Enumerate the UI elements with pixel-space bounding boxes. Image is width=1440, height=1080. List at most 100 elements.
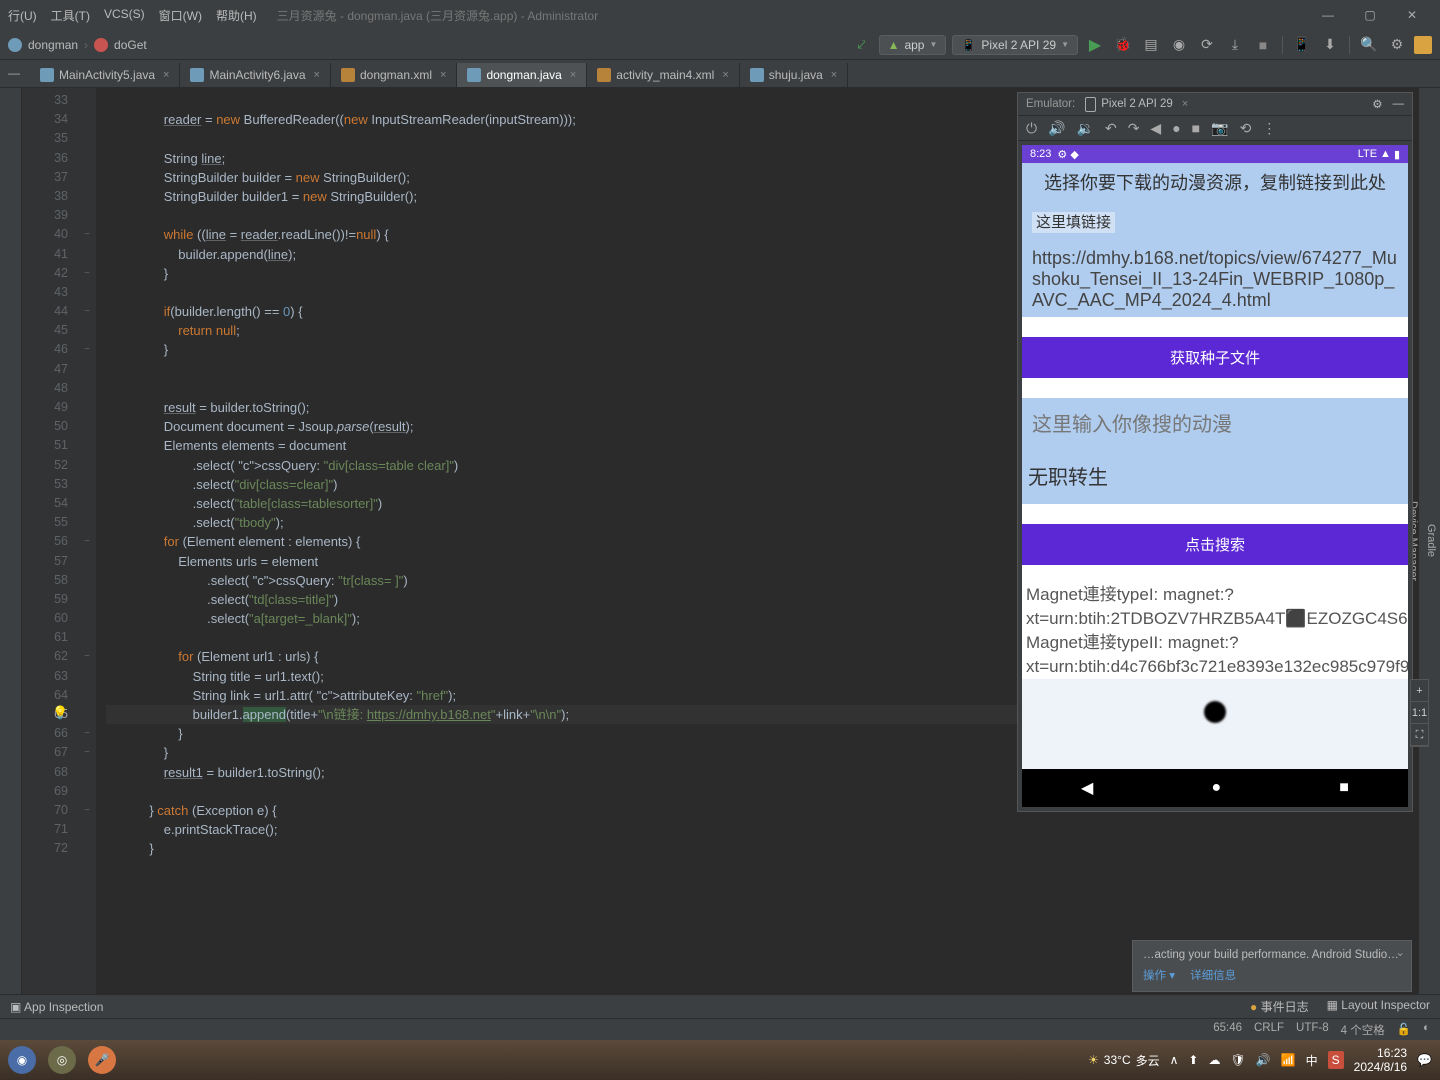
home-icon[interactable]: ● — [1172, 120, 1180, 136]
sdk-manager-button[interactable]: ⬇ — [1319, 34, 1341, 56]
indent-setting[interactable]: 4 个空格 — [1341, 1022, 1385, 1038]
get-torrent-button[interactable]: 获取种子文件 — [1022, 337, 1408, 378]
power-icon[interactable]: ⏻ — [1026, 120, 1037, 137]
close-icon[interactable]: × — [570, 69, 576, 81]
attach-debugger-button[interactable]: ⤓ — [1224, 34, 1246, 56]
menu-window[interactable]: 窗口(W) — [159, 7, 202, 24]
zoom-fit-icon[interactable]: ⛶ — [1411, 724, 1428, 746]
emulator-hide-icon[interactable]: — — [1393, 98, 1405, 110]
emulator-settings-icon[interactable]: ⚙ — [1372, 97, 1382, 111]
tab-dongman-xml[interactable]: dongman.xml× — [331, 63, 457, 87]
nav-recent-icon[interactable]: ■ — [1339, 779, 1349, 797]
zoom-in-icon[interactable]: + — [1411, 680, 1428, 702]
close-icon[interactable]: × — [163, 69, 169, 81]
weather-widget[interactable]: ☀ 33°C 多云 — [1088, 1052, 1160, 1069]
tab-dongman-java[interactable]: dongman.java× — [457, 63, 587, 87]
notif-action-link[interactable]: 操作 ▾ — [1143, 970, 1175, 982]
device-selector[interactable]: 📱 Pixel 2 API 29 ▼ — [952, 35, 1078, 55]
run-button[interactable]: ▶ — [1084, 34, 1106, 56]
screenshot-icon[interactable]: 📷 — [1211, 120, 1228, 137]
menu-help[interactable]: 帮助(H) — [216, 7, 257, 24]
java-icon — [467, 68, 481, 82]
nav-back-icon[interactable]: ◀ — [1081, 778, 1093, 798]
rotate-left-icon[interactable]: ↶ — [1105, 120, 1117, 137]
status-time: 8:23 — [1030, 148, 1051, 160]
avd-manager-button[interactable]: 📱 — [1291, 34, 1313, 56]
apply-changes-button[interactable]: ⟳ — [1196, 34, 1218, 56]
tray-notification-icon[interactable]: 💬 — [1417, 1053, 1432, 1067]
tray-volume-icon[interactable]: 🔊 — [1256, 1053, 1271, 1067]
zoom-11-icon[interactable]: 1:1 — [1411, 702, 1428, 724]
left-tool-strip[interactable] — [0, 88, 22, 994]
close-icon[interactable]: × — [440, 69, 446, 81]
settings-button[interactable]: ⚙ — [1386, 34, 1408, 56]
notif-details-link[interactable]: 详细信息 — [1190, 970, 1236, 982]
search-input[interactable]: 无职转生 — [1022, 447, 1408, 504]
tool-gradle[interactable]: Gradle — [1422, 88, 1440, 994]
chevron-down-icon[interactable]: ⌄ — [1395, 945, 1405, 959]
start-button[interactable]: ◉ — [8, 1046, 36, 1074]
nav-home-icon[interactable]: ● — [1211, 779, 1221, 797]
profile-button[interactable]: ◉ — [1168, 34, 1190, 56]
debug-button[interactable]: 🐞 — [1112, 34, 1134, 56]
breadcrumb-method[interactable]: doGet — [114, 38, 147, 52]
taskbar-clock[interactable]: 16:23 2024/8/16 — [1354, 1046, 1407, 1074]
minimize-button[interactable]: — — [1308, 4, 1348, 26]
tray-security-icon[interactable]: 🛡 — [1230, 1053, 1245, 1067]
menu-vcs[interactable]: VCS(S) — [104, 7, 145, 24]
tray-chevron-icon[interactable]: ∧ — [1170, 1053, 1179, 1067]
tray-usb-icon[interactable]: ⬆ — [1188, 1053, 1198, 1067]
coverage-button[interactable]: ▤ — [1140, 34, 1162, 56]
volume-up-icon[interactable]: 🔊 — [1048, 120, 1065, 137]
tray-ime-icon[interactable]: 中 — [1306, 1052, 1318, 1069]
emulator-screen[interactable]: 8:23 ⚙ ◆ LTE▲▮ 选择你要下载的动漫资源，复制链接到此处 这里填链接… — [1022, 145, 1408, 807]
tray-network-icon[interactable]: 📶 — [1281, 1053, 1296, 1067]
run-config-selector[interactable]: ▲ app ▼ — [879, 35, 947, 55]
collapse-icon[interactable]: — — [8, 66, 20, 80]
taskview-icon[interactable]: ◎ — [48, 1046, 76, 1074]
tab-mainactivity6[interactable]: MainActivity6.java× — [180, 63, 330, 87]
build-icon[interactable]: ⤦ — [851, 34, 873, 56]
close-icon[interactable]: × — [722, 69, 728, 81]
emulator-titlebar: Emulator: Pixel 2 API 29× ⚙ — — [1018, 93, 1412, 115]
account-button[interactable] — [1414, 36, 1432, 54]
line-gutter[interactable]: 3334353637383940414243444546474849505152… — [22, 88, 78, 994]
main-menu[interactable]: 行(U) 工具(T) VCS(S) 窗口(W) 帮助(H) — [8, 7, 257, 24]
close-button[interactable]: ✕ — [1392, 4, 1432, 26]
back-icon[interactable]: ◀ — [1150, 120, 1161, 137]
close-icon[interactable]: × — [831, 69, 837, 81]
url-display[interactable]: https://dmhy.b168.net/topics/view/674277… — [1022, 242, 1408, 317]
rotate-right-icon[interactable]: ↷ — [1128, 120, 1140, 137]
breadcrumb[interactable]: dongman › doGet — [8, 38, 147, 52]
mic-icon[interactable]: 🎤 — [88, 1046, 116, 1074]
caret-position[interactable]: 65:46 — [1213, 1022, 1242, 1038]
overview-icon[interactable]: ■ — [1192, 120, 1200, 136]
tool-event-log[interactable]: ● 事件日志 — [1250, 998, 1309, 1015]
stop-button[interactable]: ■ — [1252, 34, 1274, 56]
tray-sogou-icon[interactable]: S — [1328, 1051, 1344, 1069]
tab-activity-main4[interactable]: activity_main4.xml× — [587, 63, 739, 87]
fold-gutter[interactable]: − − − − − − −− − — [78, 88, 96, 994]
maximize-button[interactable]: ▢ — [1350, 4, 1390, 26]
line-ending[interactable]: CRLF — [1254, 1022, 1284, 1038]
tray-onedrive-icon[interactable]: ☁ — [1208, 1053, 1220, 1067]
right-tool-strip: Gradle Device Manager Emulator Device Fi… — [1418, 88, 1440, 994]
tool-app-inspection[interactable]: ▣ App Inspection — [10, 1000, 103, 1014]
tool-layout-inspector[interactable]: Layout Inspector — [1327, 998, 1430, 1015]
file-encoding[interactable]: UTF-8 — [1296, 1022, 1329, 1038]
menu-run[interactable]: 行(U) — [8, 7, 37, 24]
tab-shuju[interactable]: shuju.java× — [740, 63, 848, 87]
tab-mainactivity5[interactable]: MainActivity5.java× — [30, 63, 180, 87]
more-icon[interactable]: ⋮ — [1262, 120, 1276, 137]
status-net: LTE — [1358, 148, 1377, 161]
search-button[interactable]: 点击搜索 — [1022, 524, 1408, 565]
breadcrumb-class[interactable]: dongman — [28, 38, 78, 52]
volume-down-icon[interactable]: 🔉 — [1077, 120, 1094, 137]
snapshot-icon[interactable]: ⟲ — [1240, 120, 1252, 137]
build-notification[interactable]: …acting your build performance. Android … — [1132, 940, 1412, 992]
menu-tools[interactable]: 工具(T) — [51, 7, 90, 24]
search-everywhere-button[interactable]: 🔍 — [1358, 34, 1380, 56]
readonly-icon[interactable]: 🔓 — [1397, 1022, 1411, 1038]
close-icon[interactable]: × — [314, 69, 320, 81]
memory-indicator[interactable]: ◐ — [1423, 1022, 1430, 1038]
